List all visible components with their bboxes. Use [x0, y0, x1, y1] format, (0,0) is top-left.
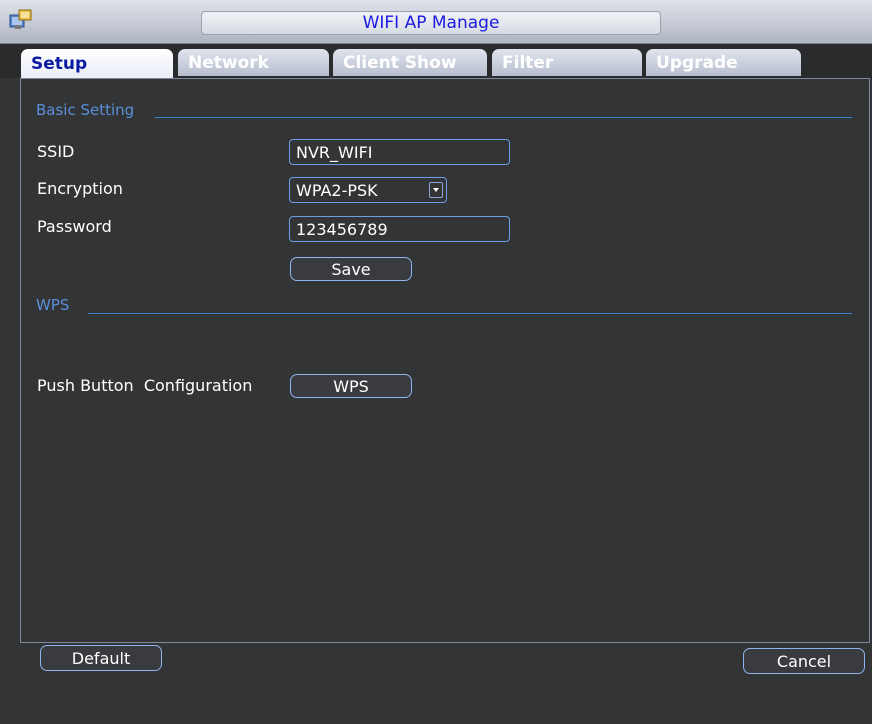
app-window-icon: [8, 6, 34, 32]
wps-button[interactable]: WPS: [290, 374, 412, 398]
password-field[interactable]: 123456789: [289, 216, 510, 242]
encryption-select[interactable]: WPA2-PSK: [289, 177, 447, 203]
password-label: Password: [37, 217, 112, 236]
tab-network[interactable]: Network: [178, 49, 329, 76]
wps-heading: WPS: [36, 296, 70, 314]
wifi-ap-manage-window: WIFI AP Manage Setup Network Client Show…: [0, 0, 872, 724]
push-button-configuration-label: Push Button Configuration: [37, 376, 253, 395]
default-button[interactable]: Default: [40, 645, 162, 671]
ssid-value: NVR_WIFI: [296, 142, 373, 162]
title-pill: WIFI AP Manage: [201, 11, 661, 35]
tab-setup[interactable]: Setup: [21, 49, 173, 78]
password-value: 123456789: [296, 219, 388, 239]
basic-setting-divider: [155, 117, 852, 118]
title-bar: WIFI AP Manage: [0, 0, 872, 44]
basic-setting-heading: Basic Setting: [36, 101, 135, 119]
tab-filter[interactable]: Filter: [492, 49, 642, 76]
encryption-value: WPA2-PSK: [296, 180, 378, 200]
ssid-label: SSID: [37, 142, 75, 161]
cancel-button[interactable]: Cancel: [743, 648, 865, 674]
encryption-label: Encryption: [37, 179, 123, 198]
wps-divider: [88, 313, 852, 314]
tab-upgrade[interactable]: Upgrade: [646, 49, 801, 76]
chevron-down-icon[interactable]: [429, 182, 443, 198]
tab-client-show[interactable]: Client Show: [333, 49, 487, 76]
window-title: WIFI AP Manage: [362, 13, 500, 33]
save-button[interactable]: Save: [290, 257, 412, 281]
ssid-field[interactable]: NVR_WIFI: [289, 139, 510, 165]
